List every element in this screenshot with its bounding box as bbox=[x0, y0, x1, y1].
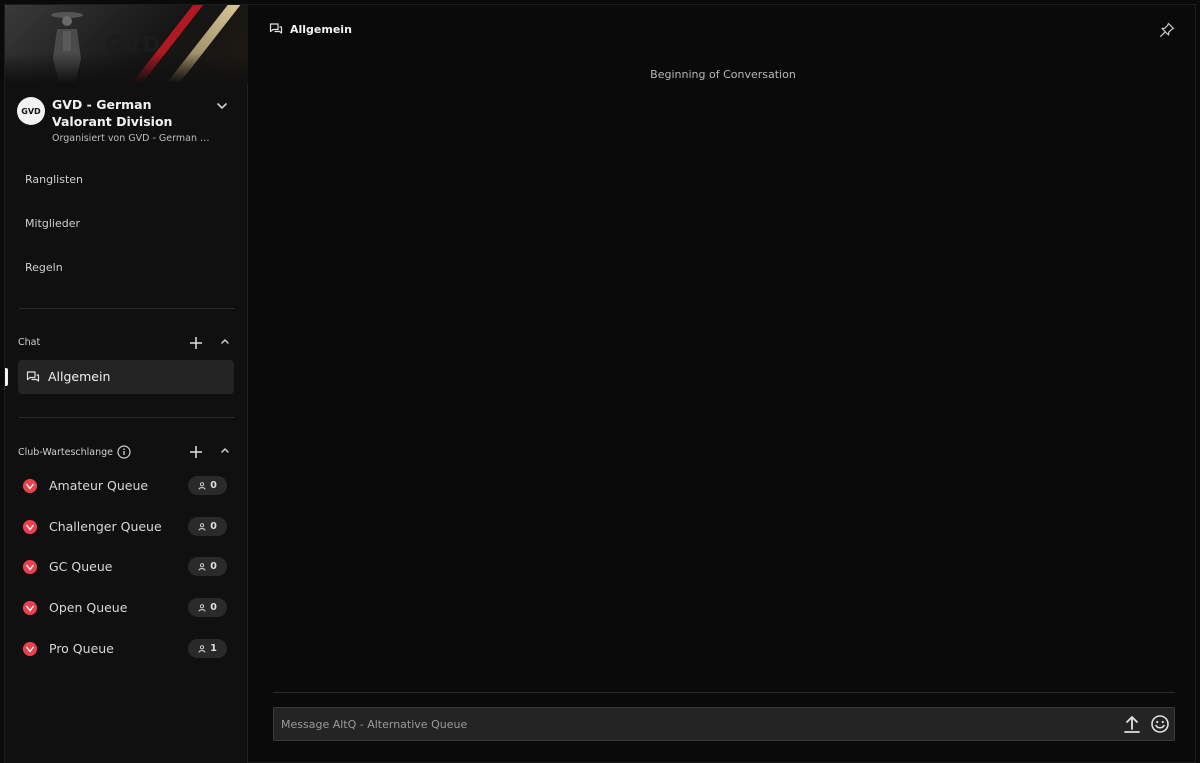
channel-allgemein[interactable]: Allgemein bbox=[18, 360, 234, 394]
queue-count-badge: 1 bbox=[188, 639, 227, 658]
banner-fade bbox=[5, 53, 248, 83]
queue-item[interactable]: Challenger Queue 0 bbox=[23, 517, 231, 537]
queue-count-badge: 0 bbox=[188, 517, 227, 536]
queue-label: Open Queue bbox=[49, 600, 128, 615]
message-input[interactable] bbox=[274, 708, 1104, 740]
queue-label: Pro Queue bbox=[49, 641, 114, 656]
app-window: GVD GVD GVD - German Valorant Division O… bbox=[4, 4, 1196, 763]
emoji-icon[interactable] bbox=[1150, 714, 1170, 734]
club-name: GVD - German Valorant Division bbox=[52, 97, 173, 129]
composer-divider bbox=[273, 692, 1175, 693]
queue-item[interactable]: GC Queue 0 bbox=[23, 557, 231, 577]
pin-icon[interactable] bbox=[1159, 22, 1175, 38]
info-icon[interactable] bbox=[117, 445, 131, 459]
person-icon bbox=[198, 603, 206, 612]
add-chat-button[interactable] bbox=[188, 335, 204, 351]
chevron-up-icon bbox=[221, 338, 229, 344]
chat-section-text: Chat bbox=[18, 337, 41, 348]
queue-count: 0 bbox=[210, 521, 217, 532]
person-icon bbox=[198, 522, 206, 531]
person-icon bbox=[198, 562, 206, 571]
nav-mitglieder[interactable]: Mitglieder bbox=[25, 217, 80, 230]
queue-label: Amateur Queue bbox=[49, 478, 149, 493]
add-queue-button[interactable] bbox=[188, 444, 204, 460]
chevron-up-icon bbox=[221, 447, 229, 453]
plus-icon bbox=[190, 337, 202, 349]
club-avatar-text: GVD bbox=[21, 106, 41, 116]
queue-count: 1 bbox=[210, 643, 217, 654]
queue-item[interactable]: Pro Queue 1 bbox=[23, 639, 231, 659]
sidebar: GVD GVD GVD - German Valorant Division O… bbox=[5, 5, 248, 763]
queue-count: 0 bbox=[210, 480, 217, 491]
collapse-chat-button[interactable] bbox=[217, 333, 233, 349]
sidebar-divider bbox=[19, 417, 235, 418]
valorant-icon bbox=[23, 601, 37, 615]
conversation-start-label: Beginning of Conversation bbox=[650, 68, 796, 81]
queue-count-badge: 0 bbox=[188, 476, 227, 495]
club-avatar: GVD bbox=[17, 97, 45, 125]
club-banner: GVD bbox=[5, 5, 248, 83]
club-header[interactable]: GVD GVD - German Valorant Division Organ… bbox=[17, 97, 239, 149]
person-icon bbox=[198, 644, 206, 653]
chat-bubbles-icon bbox=[269, 23, 283, 34]
queue-item[interactable]: Amateur Queue 0 bbox=[23, 476, 231, 496]
valorant-icon bbox=[23, 560, 37, 574]
plus-icon bbox=[190, 446, 202, 458]
active-channel-marker bbox=[5, 368, 8, 386]
queue-label: GC Queue bbox=[49, 559, 113, 574]
club-subtitle: Organisiert von GVD - German Valorant Di… bbox=[52, 133, 212, 144]
sidebar-divider bbox=[19, 308, 235, 309]
chat-section-label: Chat bbox=[18, 337, 40, 348]
valorant-icon bbox=[23, 520, 37, 534]
chat-bubbles-icon bbox=[26, 371, 40, 382]
person-icon bbox=[198, 481, 206, 490]
message-composer bbox=[273, 707, 1175, 741]
channel-label: Allgemein bbox=[48, 369, 111, 384]
queue-label: Challenger Queue bbox=[49, 519, 162, 534]
queue-item[interactable]: Open Queue 0 bbox=[23, 598, 231, 618]
queue-count: 0 bbox=[210, 602, 217, 613]
nav-regeln[interactable]: Regeln bbox=[25, 261, 63, 274]
channel-header: Allgemein bbox=[269, 22, 352, 36]
collapse-queue-button[interactable] bbox=[217, 442, 233, 458]
valorant-icon bbox=[23, 479, 37, 493]
chevron-down-icon[interactable] bbox=[215, 99, 229, 113]
queue-count-badge: 0 bbox=[188, 557, 227, 576]
nav-ranglisten[interactable]: Ranglisten bbox=[25, 173, 83, 186]
queue-count-badge: 0 bbox=[188, 598, 227, 617]
chat-main: Allgemein Beginning of Conversation bbox=[249, 5, 1197, 763]
queue-section-text: Club-Warteschlange bbox=[18, 446, 113, 458]
valorant-icon bbox=[23, 642, 37, 656]
channel-title: Allgemein bbox=[290, 22, 352, 36]
queue-section-label: Club-Warteschlange bbox=[18, 445, 131, 459]
queue-count: 0 bbox=[210, 561, 217, 572]
upload-icon[interactable] bbox=[1122, 714, 1142, 734]
